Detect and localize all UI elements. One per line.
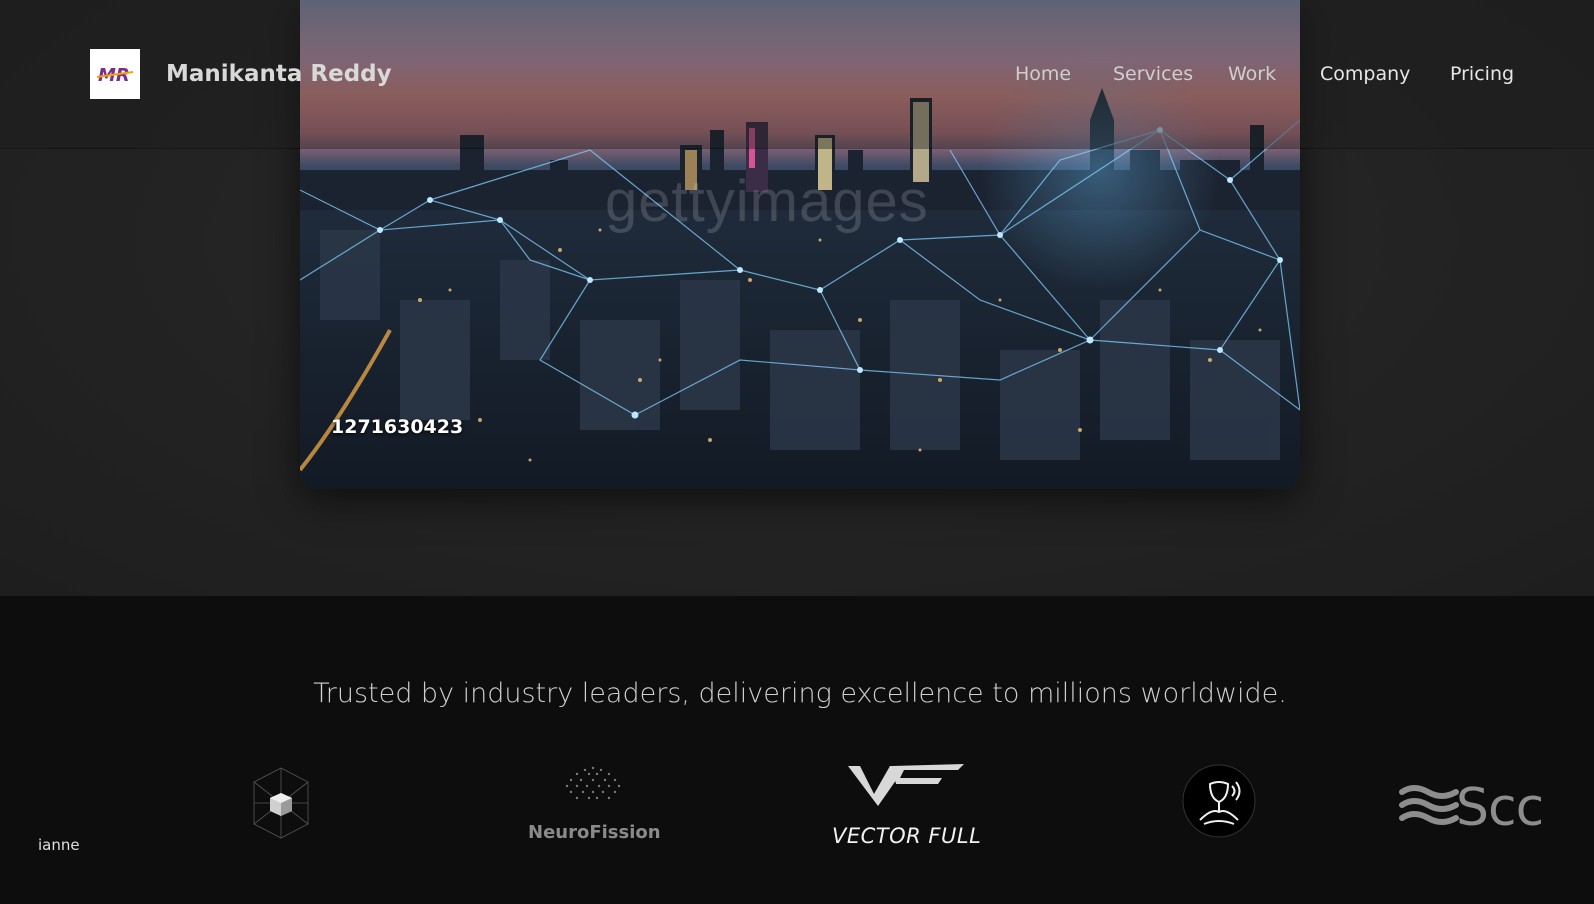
vector-full-icon [848, 764, 964, 806]
scc-logo: Scc [1456, 778, 1544, 838]
scc-waves-icon [1399, 785, 1459, 825]
nav-services[interactable]: Services [1113, 63, 1193, 85]
hand-logo-icon [1182, 764, 1256, 838]
nav-home[interactable]: Home [1015, 63, 1071, 85]
neurofission-dots-icon [565, 766, 621, 800]
nav-work[interactable]: Work [1228, 63, 1276, 85]
nav-pricing[interactable]: Pricing [1450, 63, 1514, 85]
neurofission-logo: NeuroFission [528, 822, 661, 843]
partial-logo: ianne [38, 836, 80, 854]
watermark-text: gettyimages [605, 169, 929, 234]
site-header: MR Manikanta Reddy Home Services Work Co… [0, 0, 1594, 148]
cube-logo-icon [253, 767, 309, 839]
video-id-label: 1271630423 [331, 416, 464, 438]
nav-company[interactable]: Company [1320, 63, 1410, 85]
trusted-section: Trusted by industry leaders, delivering … [0, 596, 1594, 904]
main-nav: Home Services Work Company Pricing [0, 63, 1594, 89]
trusted-heading: Trusted by industry leaders, delivering … [313, 678, 1287, 709]
vector-full-logo: VECTOR FULL [832, 824, 982, 848]
